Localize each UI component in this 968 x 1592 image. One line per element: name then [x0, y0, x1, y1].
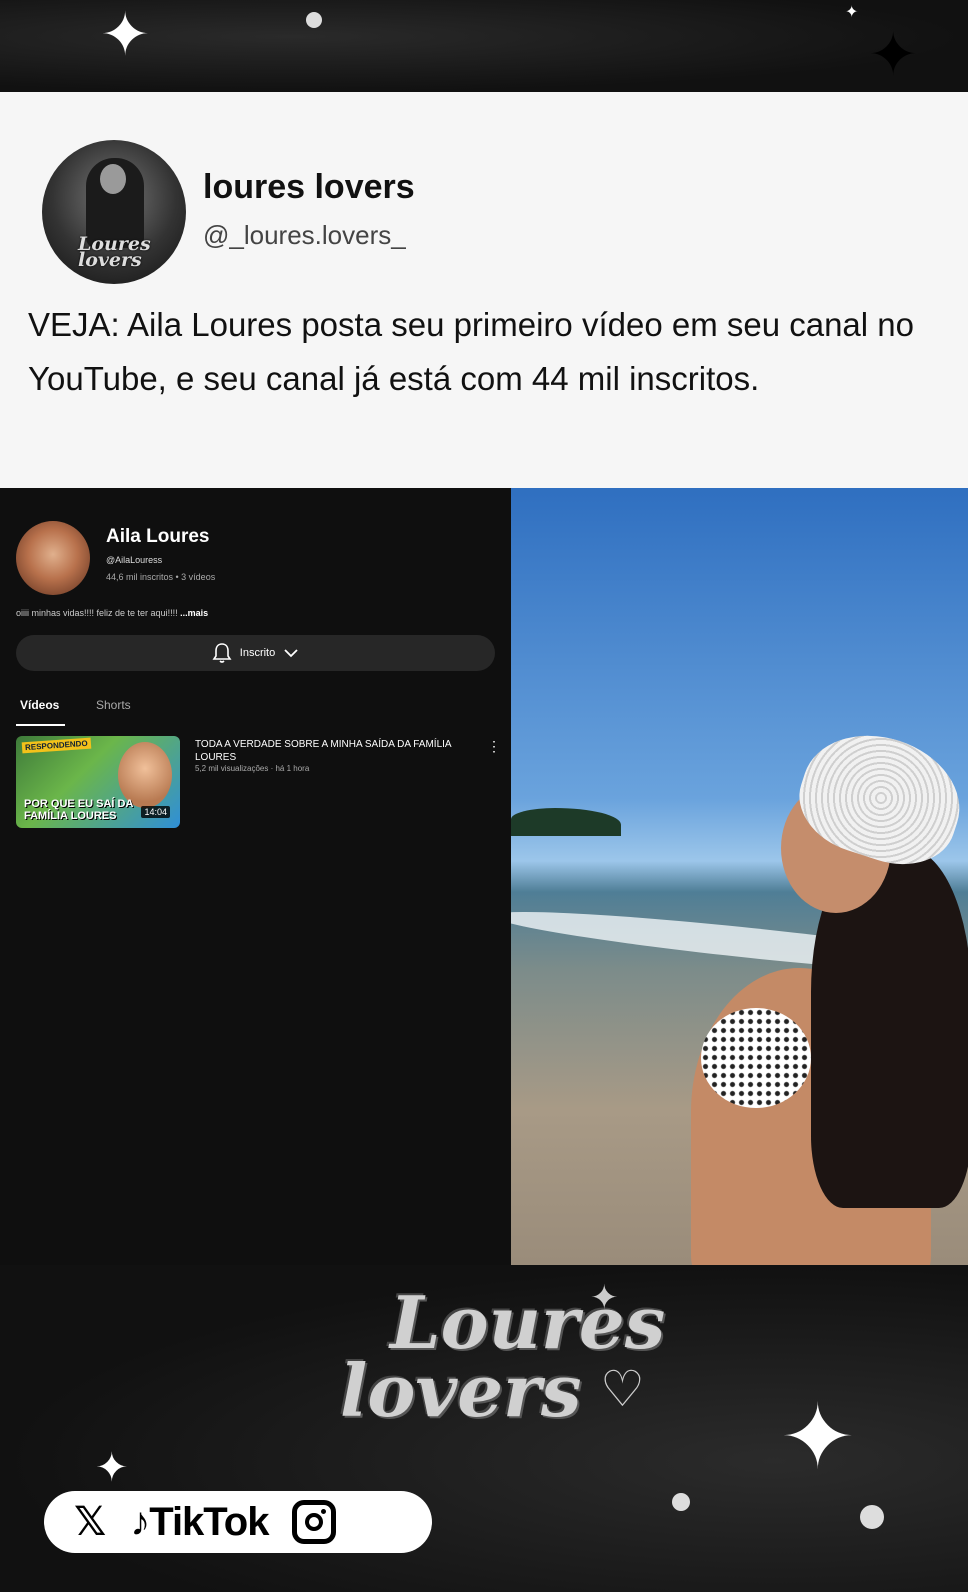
- bell-icon: [212, 643, 232, 663]
- social-links: 𝕏 ♪TikTok: [44, 1491, 432, 1553]
- tab-active-indicator: [16, 724, 65, 726]
- dot-decoration: [306, 12, 322, 28]
- channel-description[interactable]: oiiii minhas vidas!!!! feliz de te ter a…: [16, 608, 208, 618]
- subscribed-button[interactable]: Inscrito: [16, 635, 495, 671]
- tiktok-label: TikTok: [149, 1499, 269, 1544]
- thumbnail-caption: POR QUE EU SAÍ DA FAMÍLIA LOURES: [24, 798, 133, 822]
- sparkle-icon: ✦: [780, 1385, 856, 1490]
- tab-videos[interactable]: Vídeos: [20, 698, 59, 712]
- photo-trees: [511, 808, 621, 836]
- youtube-screenshot: Aila Loures @AilaLouress 44,6 mil inscri…: [0, 488, 511, 1265]
- sparkle-icon: ✦: [100, 0, 151, 70]
- thumbnail-banner: RESPONDENDO: [21, 737, 91, 754]
- post-card: Loures lovers loures lovers @_loures.love…: [0, 92, 968, 488]
- sparkle-icon: ✦: [590, 1278, 619, 1318]
- channel-name: Aila Loures: [106, 526, 210, 547]
- more-link[interactable]: ...mais: [180, 608, 208, 618]
- tiktok-note-icon: ♪: [130, 1499, 150, 1544]
- channel-avatar[interactable]: [16, 521, 90, 595]
- account-name[interactable]: loures lovers: [203, 168, 415, 207]
- dot-decoration: [672, 1493, 690, 1511]
- loures-lovers-logo: Loures lovers ✦ ♡: [340, 1278, 670, 1458]
- top-decoration: ✦ ✦ ✦: [0, 0, 968, 92]
- x-logo-icon[interactable]: 𝕏: [74, 1499, 106, 1545]
- description-text: oiiii minhas vidas!!!! feliz de te ter a…: [16, 608, 181, 618]
- beach-photo: [511, 488, 968, 1265]
- heart-icon: ♡: [600, 1360, 645, 1418]
- account-handle[interactable]: @_loures.lovers_: [203, 220, 406, 251]
- video-title[interactable]: TODA A VERDADE SOBRE A MINHA SAÍDA DA FA…: [195, 738, 475, 764]
- avatar-logo-mark: Loures lovers: [78, 233, 151, 271]
- tiktok-logo[interactable]: ♪TikTok: [130, 1499, 269, 1545]
- channel-stats: 44,6 mil inscritos • 3 vídeos: [106, 572, 216, 582]
- dot-decoration: [860, 1505, 884, 1529]
- chevron-down-icon: [284, 649, 298, 658]
- post-text: VEJA: Aila Loures posta seu primeiro víd…: [28, 306, 914, 397]
- more-options-icon[interactable]: ⋮: [487, 738, 501, 755]
- subscribed-label: Inscrito: [239, 647, 276, 659]
- logo-line-2: lovers: [340, 1348, 582, 1433]
- tab-shorts[interactable]: Shorts: [96, 698, 131, 712]
- instagram-icon[interactable]: [292, 1500, 337, 1544]
- sparkle-icon: ✦: [868, 20, 919, 90]
- video-duration: 14:04: [141, 806, 170, 818]
- video-thumbnail[interactable]: RESPONDENDO POR QUE EU SAÍ DA FAMÍLIA LO…: [16, 736, 180, 828]
- channel-handle: @AilaLouress: [106, 555, 163, 565]
- video-meta: 5,2 mil visualizações · há 1 hora: [195, 764, 310, 773]
- photo-bikini: [701, 1008, 811, 1108]
- avatar-face: [100, 164, 126, 194]
- account-avatar[interactable]: Loures lovers: [42, 140, 186, 284]
- sparkle-icon: ✦: [845, 2, 859, 21]
- sparkle-icon: ✦: [95, 1445, 129, 1491]
